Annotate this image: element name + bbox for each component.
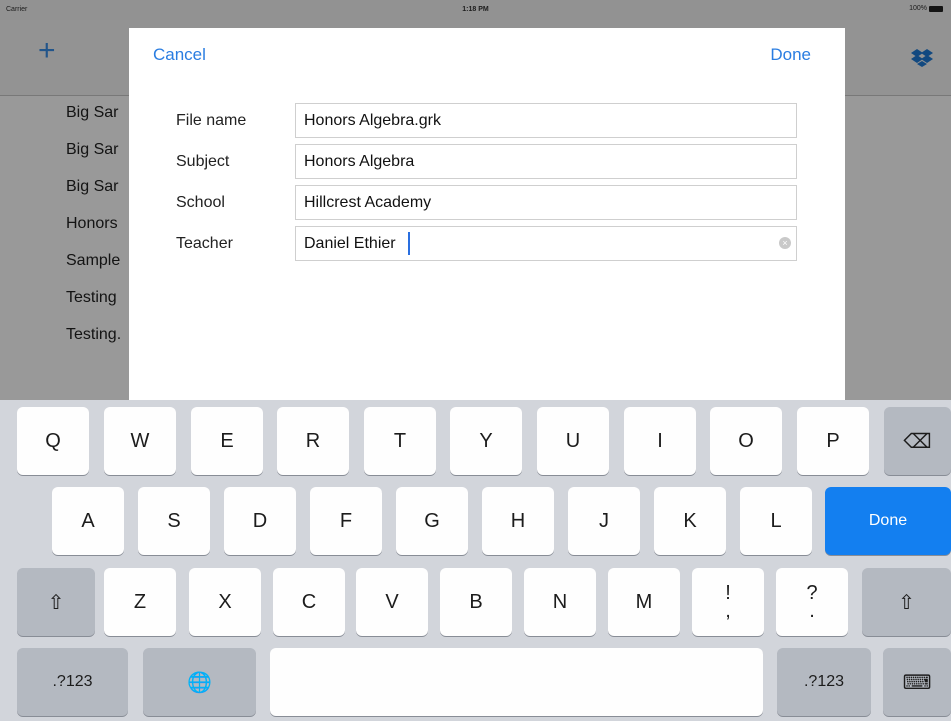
key-x[interactable]: X xyxy=(189,568,261,636)
key-f[interactable]: F xyxy=(310,487,382,555)
subject-field[interactable] xyxy=(295,144,797,179)
comma-glyph: , xyxy=(725,600,731,622)
key-u[interactable]: U xyxy=(537,407,609,475)
cancel-button[interactable]: Cancel xyxy=(153,45,206,65)
file-name-row: File name xyxy=(129,103,845,140)
period-glyph: . xyxy=(809,600,815,622)
file-name-label: File name xyxy=(176,112,247,129)
key-g[interactable]: G xyxy=(396,487,468,555)
key-exclamation-comma[interactable]: ! , xyxy=(692,568,764,636)
hide-keyboard-icon: ⌨ xyxy=(902,671,932,694)
done-button[interactable]: Done xyxy=(770,45,811,65)
globe-key[interactable]: 🌐 xyxy=(143,648,256,716)
space-bar[interactable] xyxy=(270,648,763,716)
shift-key-right[interactable]: ⇧ xyxy=(862,568,951,636)
key-v[interactable]: V xyxy=(356,568,428,636)
key-o[interactable]: O xyxy=(710,407,782,475)
shift-icon: ⇧ xyxy=(47,591,65,614)
key-r[interactable]: R xyxy=(277,407,349,475)
key-k[interactable]: K xyxy=(654,487,726,555)
key-e[interactable]: E xyxy=(191,407,263,475)
clear-text-icon[interactable]: × xyxy=(779,237,791,249)
key-question-period[interactable]: ? . xyxy=(776,568,848,636)
shift-key-left[interactable]: ⇧ xyxy=(17,568,95,636)
teacher-field[interactable] xyxy=(295,226,797,261)
key-a[interactable]: A xyxy=(52,487,124,555)
subject-label: Subject xyxy=(176,153,230,170)
key-h[interactable]: H xyxy=(482,487,554,555)
hide-keyboard-key[interactable]: ⌨ xyxy=(883,648,951,716)
key-i[interactable]: I xyxy=(624,407,696,475)
key-w[interactable]: W xyxy=(104,407,176,475)
key-p[interactable]: P xyxy=(797,407,869,475)
key-j[interactable]: J xyxy=(568,487,640,555)
key-c[interactable]: C xyxy=(273,568,345,636)
school-row: School xyxy=(129,185,845,222)
key-z[interactable]: Z xyxy=(104,568,176,636)
subject-row: Subject xyxy=(129,144,845,181)
school-label: School xyxy=(176,194,225,211)
onscreen-keyboard: Q W E R T Y U I O P ⌫ A S D F G H J K L … xyxy=(0,400,951,721)
numbers-key-left[interactable]: .?123 xyxy=(17,648,128,716)
globe-icon: 🌐 xyxy=(187,671,212,694)
key-t[interactable]: T xyxy=(364,407,436,475)
school-field[interactable] xyxy=(295,185,797,220)
shift-icon: ⇧ xyxy=(898,591,915,614)
key-n[interactable]: N xyxy=(524,568,596,636)
keyboard-done-key[interactable]: Done xyxy=(825,487,951,555)
text-caret xyxy=(408,232,410,255)
key-b[interactable]: B xyxy=(440,568,512,636)
key-l[interactable]: L xyxy=(740,487,812,555)
key-m[interactable]: M xyxy=(608,568,680,636)
file-info-modal: Cancel Done File name Subject School Tea… xyxy=(129,28,845,400)
file-name-field[interactable] xyxy=(295,103,797,138)
delete-icon: ⌫ xyxy=(903,430,932,453)
numbers-key-right[interactable]: .?123 xyxy=(777,648,871,716)
key-q[interactable]: Q xyxy=(17,407,89,475)
key-y[interactable]: Y xyxy=(450,407,522,475)
key-s[interactable]: S xyxy=(138,487,210,555)
teacher-row: Teacher × xyxy=(129,226,845,263)
key-d[interactable]: D xyxy=(224,487,296,555)
teacher-label: Teacher xyxy=(176,235,233,252)
delete-key[interactable]: ⌫ xyxy=(884,407,951,475)
